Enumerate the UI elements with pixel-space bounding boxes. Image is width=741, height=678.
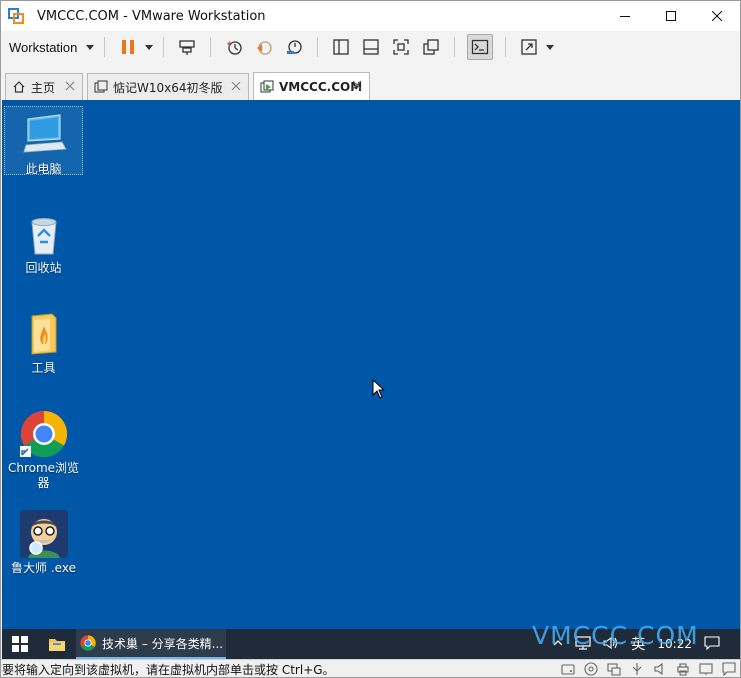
hard-disk-icon[interactable] <box>561 662 575 676</box>
windows-logo-icon <box>12 636 28 652</box>
computer-icon <box>20 111 68 159</box>
desktop-icon-label: 回收站 <box>25 261 62 275</box>
volume-icon[interactable] <box>603 636 619 653</box>
file-explorer-button[interactable] <box>38 629 76 659</box>
desktop-icon-label: 工具 <box>31 361 56 375</box>
pause-dropdown-icon[interactable] <box>145 44 154 50</box>
desktop-icon-this-pc[interactable]: 此电脑 <box>4 106 83 176</box>
vmware-window: VMCCC.COM - VMware Workstation Workstati… <box>0 0 741 678</box>
home-icon <box>12 80 26 94</box>
display-icon[interactable] <box>699 662 713 676</box>
message-log-icon[interactable] <box>722 662 736 676</box>
desktop-icon-recycle-bin[interactable]: 回收站 <box>4 206 83 276</box>
toolbar-divider <box>210 37 212 57</box>
desktop-icon-ludashi[interactable]: 鲁大师 .exe <box>4 506 83 576</box>
guest-desktop[interactable]: 此电脑 回收站 工具 Chrome浏览器 鲁大师 .exe <box>2 100 740 629</box>
desktop-icon-label: Chrome浏览器 <box>7 461 80 490</box>
status-message: 要将输入定向到该虚拟机，请在虚拟机内部单击或按 Ctrl+G。 <box>2 662 335 677</box>
send-ctrl-alt-del-button[interactable] <box>176 36 198 58</box>
vmware-app-icon <box>8 8 24 24</box>
chrome-icon <box>19 410 68 458</box>
show-hidden-icons[interactable] <box>553 637 563 651</box>
pause-button[interactable] <box>117 36 139 58</box>
tab-bar: 主页 惦记W10x64初冬版 VMCCC.COM <box>1 69 740 100</box>
system-tray: 英 10:22 <box>547 629 740 659</box>
snapshot-icon[interactable] <box>223 36 245 58</box>
chevron-down-icon <box>86 44 95 50</box>
notification-icon[interactable] <box>704 635 720 653</box>
tab-vm-w10x64[interactable]: 惦记W10x64初冬版 <box>87 73 249 100</box>
taskbar-chrome-window[interactable]: 技术巢 – 分享各类精... <box>76 629 226 659</box>
guest-taskbar: 技术巢 – 分享各类精... 英 10:22 <box>2 629 740 659</box>
desktop-icon-label: 此电脑 <box>25 162 62 176</box>
tab-label: 主页 <box>31 80 56 95</box>
running-vm-icon <box>260 79 274 94</box>
close-tab-icon[interactable] <box>230 80 242 92</box>
show-library-icon[interactable] <box>330 36 352 58</box>
printer-icon[interactable] <box>676 662 690 676</box>
ludashi-icon <box>19 510 68 558</box>
full-screen-icon[interactable] <box>390 36 412 58</box>
close-button[interactable] <box>694 1 740 31</box>
tab-label: VMCCC.COM <box>279 79 363 94</box>
start-button[interactable] <box>2 629 38 659</box>
taskbar-window-title: 技术巢 – 分享各类精... <box>102 636 224 651</box>
ime-indicator[interactable]: 英 <box>631 634 645 654</box>
desktop-icon-chrome[interactable]: Chrome浏览器 <box>4 406 83 491</box>
workstation-menu-label: Workstation <box>9 39 78 55</box>
desktop-icon-label: 鲁大师 .exe <box>11 561 76 575</box>
toolbar-divider <box>317 37 319 57</box>
minimize-button[interactable] <box>602 1 648 31</box>
recycle-bin-icon <box>20 210 68 258</box>
folder-icon <box>49 639 65 651</box>
title-bar: VMCCC.COM - VMware Workstation <box>1 1 740 31</box>
status-bar: 要将输入定向到该虚拟机，请在虚拟机内部单击或按 Ctrl+G。 <box>1 659 740 677</box>
mouse-cursor-icon <box>372 378 386 403</box>
clock[interactable]: 10:22 <box>657 637 692 651</box>
network-icon[interactable] <box>575 635 592 653</box>
toolbar-divider <box>454 37 456 57</box>
console-view-button[interactable] <box>467 34 494 60</box>
tab-label: 惦记W10x64初冬版 <box>113 80 223 95</box>
close-tab-icon[interactable] <box>351 79 363 91</box>
stretch-dropdown-icon[interactable] <box>546 44 555 50</box>
cd-dvd-icon[interactable] <box>584 662 598 676</box>
chrome-icon <box>80 635 96 651</box>
revert-snapshot-icon[interactable] <box>253 36 275 58</box>
sound-card-icon[interactable] <box>653 662 667 676</box>
workstation-menu[interactable]: Workstation <box>9 35 95 59</box>
toolbar-divider <box>505 37 507 57</box>
toolbar-divider <box>163 37 165 57</box>
maximize-button[interactable] <box>648 1 694 31</box>
thumbnail-bar-icon[interactable] <box>360 36 382 58</box>
desktop-icon-tools[interactable]: 工具 <box>4 306 83 376</box>
vm-icon <box>94 80 108 94</box>
device-status-icons <box>552 662 736 676</box>
unity-mode-icon[interactable] <box>420 36 442 58</box>
usb-icon[interactable] <box>630 662 644 676</box>
tab-home[interactable]: 主页 <box>5 73 83 100</box>
snapshot-manager-icon[interactable] <box>283 36 305 58</box>
tab-vmccc[interactable]: VMCCC.COM <box>253 72 370 100</box>
folder-icon <box>20 310 68 358</box>
toolbar-divider <box>104 37 106 57</box>
window-title: VMCCC.COM - VMware Workstation <box>37 8 266 24</box>
stretch-guest-icon[interactable] <box>518 36 540 58</box>
network-adapter-icon[interactable] <box>607 662 621 676</box>
close-tab-icon[interactable] <box>64 80 76 92</box>
toolbar: Workstation <box>1 31 740 63</box>
